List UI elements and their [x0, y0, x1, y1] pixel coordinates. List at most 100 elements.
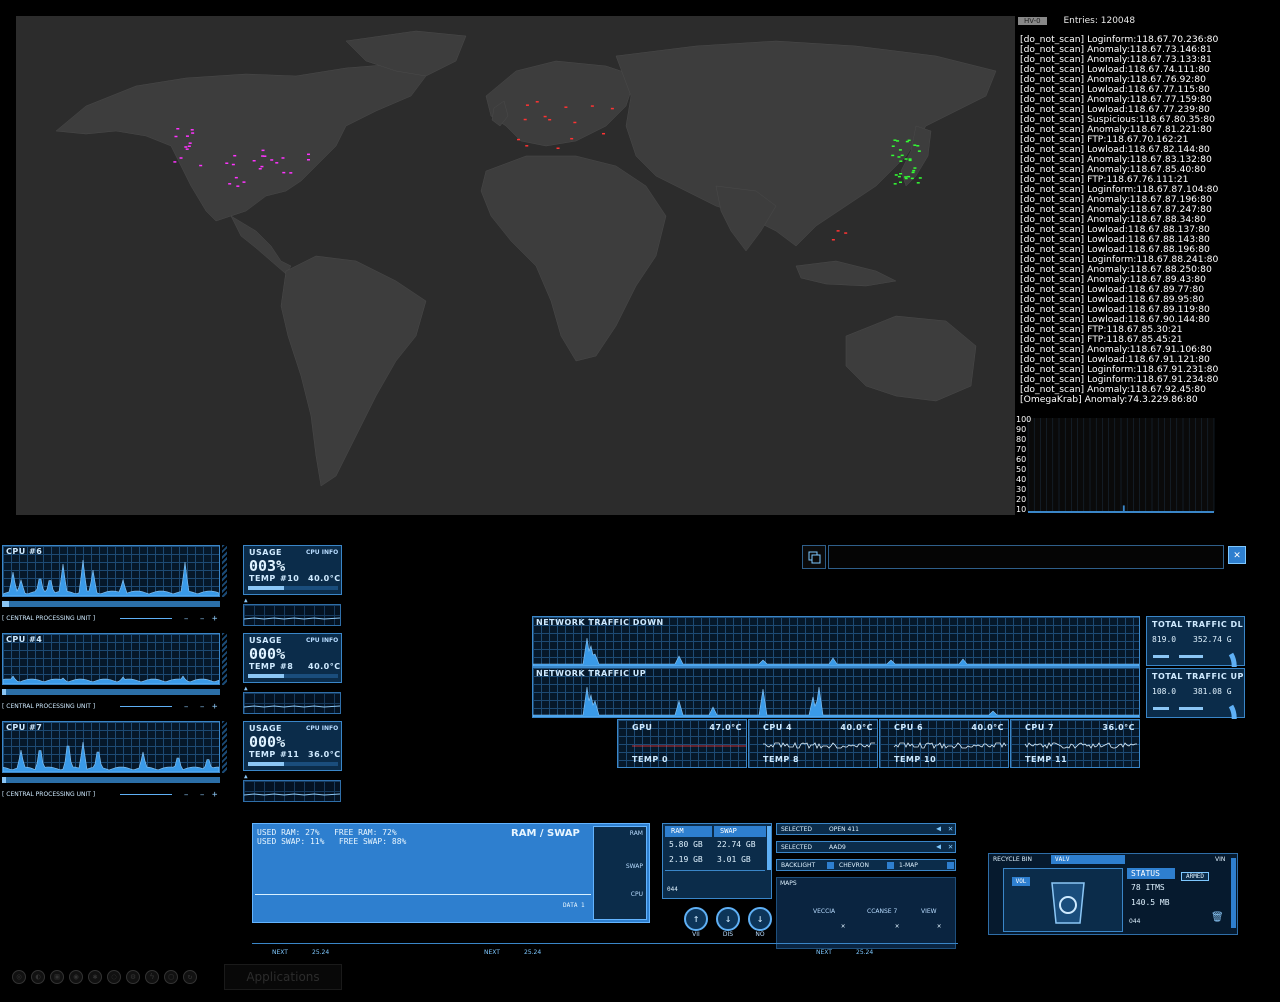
- map-toggle[interactable]: [947, 862, 954, 869]
- temp-value: 36.0°C: [308, 750, 341, 759]
- down-arrow-button-2[interactable]: ↓ NO: [748, 907, 772, 938]
- backlight-toggle[interactable]: [827, 862, 834, 869]
- cpu-side-stripes: [222, 721, 227, 773]
- eye-icon[interactable]: ◌: [107, 970, 121, 984]
- cpu-slider[interactable]: [120, 706, 172, 707]
- cpu-info-label: CPU INFO: [306, 637, 339, 644]
- recycle-tab[interactable]: VALV: [1051, 855, 1125, 864]
- minus-icon[interactable]: −: [184, 703, 188, 711]
- recycle-bin-icon[interactable]: [1048, 879, 1088, 925]
- temp-graph: CPU 6 40.0°C TEMP 10: [879, 719, 1009, 768]
- cpu-load-bar: [2, 601, 220, 607]
- box-icon[interactable]: ▢: [164, 970, 178, 984]
- selector-row-2[interactable]: SELECTED AAD9 ◀ ✕: [776, 841, 956, 853]
- close-icon[interactable]: ✕: [937, 922, 941, 930]
- applications-button[interactable]: Applications: [224, 964, 342, 990]
- up-arrow-button[interactable]: ↑ VII: [684, 907, 708, 938]
- plus-icon[interactable]: +: [212, 790, 217, 800]
- scan-marker: [590, 105, 594, 107]
- minus-icon[interactable]: −: [200, 615, 204, 623]
- timeline[interactable]: NEXT 25.24 NEXT 25.24 NEXT 25.24: [252, 943, 958, 957]
- up-slider-2[interactable]: [1179, 707, 1203, 710]
- option-chevron[interactable]: CHEVRON: [839, 862, 869, 869]
- scan-marker: [904, 177, 908, 180]
- cpu-info-label: CPU INFO: [306, 725, 339, 732]
- traffic-area: [533, 686, 1139, 717]
- scan-marker: [897, 156, 901, 158]
- usage-label: USAGE: [249, 724, 282, 733]
- temp-label: TEMP: [249, 750, 276, 759]
- chevron-toggle[interactable]: [887, 862, 894, 869]
- collapse-icon[interactable]: ▲: [244, 773, 248, 780]
- circle-icon[interactable]: ◉: [69, 970, 83, 984]
- close-icon[interactable]: ✕: [895, 922, 899, 930]
- cpu-slider[interactable]: [120, 794, 172, 795]
- down-arrow-button[interactable]: ↓ DIS: [716, 907, 740, 938]
- cpu-mini-trace: [244, 705, 340, 708]
- scan-marker: [535, 101, 539, 103]
- option-1-map[interactable]: 1-MAP: [899, 862, 918, 869]
- cpu-slider[interactable]: [120, 618, 172, 619]
- window-icon[interactable]: [802, 545, 826, 569]
- selector-row-1[interactable]: SELECTED OPEN 411 ◀ ✕: [776, 823, 956, 835]
- globe-icon[interactable]: ◐: [31, 970, 45, 984]
- mem-counter: 044: [667, 886, 678, 893]
- ram-side-panel: RAM SWAP CPU: [593, 826, 647, 920]
- close-icon[interactable]: ✕: [948, 824, 953, 833]
- plus-icon[interactable]: +: [212, 702, 217, 712]
- timeline-label: 25.24: [856, 949, 874, 956]
- search-input[interactable]: [828, 545, 1224, 569]
- scan-marker: [570, 137, 574, 140]
- dl-slider[interactable]: [1153, 655, 1169, 658]
- trash-icon[interactable]: 🗑: [1211, 912, 1224, 923]
- cpu-graph: CPU #7: [2, 721, 220, 773]
- minus-icon[interactable]: −: [200, 703, 204, 711]
- close-icon[interactable]: ✕: [1228, 546, 1246, 564]
- side-ram-label: RAM: [629, 830, 643, 837]
- dl-slider-2[interactable]: [1179, 655, 1203, 658]
- mem-scrollbar[interactable]: [767, 826, 771, 870]
- minus-icon[interactable]: −: [184, 791, 188, 799]
- power-icon[interactable]: ◎: [12, 970, 26, 984]
- scan-marker: [179, 157, 183, 159]
- free-ram: FREE RAM: 72%: [334, 828, 397, 837]
- map-item-2[interactable]: CCANSE 7: [867, 908, 897, 915]
- left-arrow-icon[interactable]: ◀: [936, 842, 941, 851]
- bin-scrollbar[interactable]: [1231, 858, 1236, 928]
- plus-icon[interactable]: +: [212, 614, 217, 624]
- cpu-load-area: [3, 559, 219, 596]
- timeline-line: [252, 943, 958, 944]
- up-arrow-icon: ↑: [684, 907, 708, 931]
- map-item-3[interactable]: VIEW: [921, 908, 937, 915]
- minus-icon[interactable]: −: [200, 791, 204, 799]
- close-icon[interactable]: ✕: [841, 922, 845, 930]
- temp-trace-line: [1024, 742, 1137, 749]
- map-item-1[interactable]: VECCIA: [813, 908, 835, 915]
- ram-swap-panel: USED RAM: 27% FREE RAM: 72% USED SWAP: 1…: [252, 823, 650, 923]
- collapse-icon[interactable]: ▲: [244, 597, 248, 604]
- close-icon[interactable]: ✕: [948, 842, 953, 851]
- timeline-label: NEXT: [272, 949, 288, 956]
- histogram-tick: 70: [1016, 445, 1026, 454]
- selector-1-label: SELECTED: [781, 826, 812, 833]
- minus-icon[interactable]: −: [184, 615, 188, 623]
- bolt-icon[interactable]: ϟ: [145, 970, 159, 984]
- gear-icon[interactable]: ⚙: [126, 970, 140, 984]
- collapse-icon[interactable]: ▲: [244, 685, 248, 692]
- option-backlight[interactable]: BACKLIGHT: [781, 862, 815, 869]
- used-swap: USED SWAP: 11%: [257, 837, 325, 846]
- scan-marker: [913, 167, 917, 169]
- scan-marker: [831, 239, 835, 241]
- refresh-icon[interactable]: ↻: [183, 970, 197, 984]
- up-arrow-label: VII: [692, 931, 700, 938]
- log-badge[interactable]: HV-0: [1018, 16, 1047, 25]
- histogram-tick: 10: [1016, 505, 1026, 514]
- armed-badge[interactable]: ARMED: [1181, 872, 1209, 881]
- up-slider[interactable]: [1153, 707, 1169, 710]
- left-arrow-icon[interactable]: ◀: [936, 824, 941, 833]
- world-map[interactable]: [16, 16, 1015, 515]
- scan-marker: [306, 158, 310, 161]
- share-icon[interactable]: ✱: [88, 970, 102, 984]
- linkedin-icon[interactable]: ▣: [50, 970, 64, 984]
- scan-marker: [602, 132, 606, 135]
